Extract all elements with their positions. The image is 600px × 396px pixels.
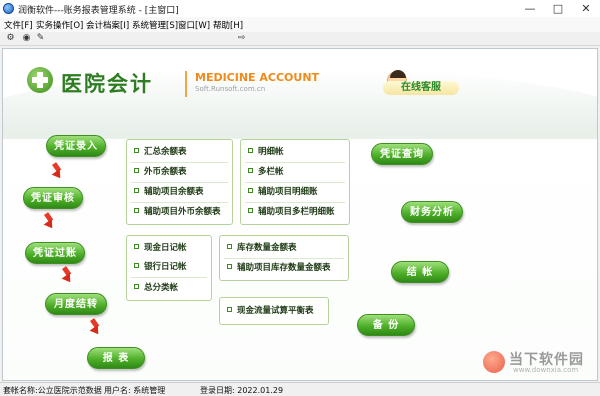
panel-link[interactable]: 现金流量试算平衡表 — [220, 304, 314, 319]
medical-cross-icon — [27, 67, 53, 93]
close-icon[interactable]: ✕ — [572, 0, 600, 17]
panel-link[interactable]: 辅助项目明细账 — [241, 185, 318, 200]
separator — [131, 182, 228, 183]
brand-english: MEDICINE ACCOUNT — [195, 71, 320, 84]
voucher-entry-button[interactable]: 凭证录入 — [46, 135, 106, 157]
panel-link[interactable]: 总分类帐 — [127, 281, 178, 296]
menu-archive[interactable]: 会计档案[I] — [86, 19, 129, 31]
separator — [131, 162, 228, 163]
checkbox-bullet-icon — [134, 244, 139, 249]
panel-link[interactable]: 多栏帐 — [241, 165, 284, 180]
panel-link[interactable]: 辅助项目多栏明细账 — [241, 205, 335, 220]
main-window: 润衡软件---账务报表管理系统 - [主窗口] — □ ✕ 文件[F] 实务操作… — [0, 0, 600, 396]
flow-arrow-icon — [41, 215, 55, 229]
backup-button[interactable]: 备 份 — [357, 314, 415, 336]
inventory-panel: 库存数量金额表 辅助项目库存数量金额表 — [219, 235, 349, 281]
status-bar: 套帐名称:公立医院示范数据 用户名: 系统管理 登录日期: 2022.01.29 — [0, 382, 600, 396]
voucher-review-button[interactable]: 凭证审核 — [23, 187, 83, 209]
brand-url: Soft.Runsoft.com.cn — [195, 85, 266, 93]
app-icon[interactable] — [3, 3, 14, 14]
checkbox-bullet-icon — [134, 188, 139, 193]
menu-window[interactable]: 窗口[W] — [178, 19, 210, 31]
report-button[interactable]: 报 表 — [87, 347, 145, 369]
dashboard: 医院会计 MEDICINE ACCOUNT Soft.Runsoft.com.c… — [2, 48, 598, 381]
menu-operations[interactable]: 实务操作[O] — [36, 19, 83, 31]
panel-link[interactable]: 辅助项目库存数量金额表 — [220, 261, 331, 276]
separator — [245, 162, 345, 163]
separator — [224, 258, 344, 259]
minimize-icon[interactable]: — — [516, 0, 544, 17]
voucher-posting-button[interactable]: 凭证过账 — [25, 242, 85, 264]
header-divider — [185, 71, 187, 97]
menu-bar: 文件[F] 实务操作[O] 会计档案[I] 系统管理[S] 窗口[W] 帮助[H… — [0, 17, 600, 32]
watermark: 当下软件园 www.downxia.com — [483, 349, 595, 379]
panel-link[interactable]: 辅助项目外币余额表 — [127, 205, 221, 220]
panel-link[interactable]: 外币余额表 — [127, 165, 187, 180]
checkbox-bullet-icon — [134, 168, 139, 173]
watermark-url: www.downxia.com — [513, 366, 579, 374]
online-service-button[interactable]: 在线客服 — [381, 70, 461, 101]
panel-link[interactable]: 明细帐 — [241, 145, 284, 160]
separator — [245, 182, 345, 183]
close-account-button[interactable]: 结 帐 — [391, 261, 449, 283]
window-title: 润衡软件---账务报表管理系统 - [主窗口] — [18, 6, 179, 16]
monthly-close-button[interactable]: 月度结转 — [45, 293, 107, 315]
panel-link[interactable]: 银行日记帐 — [127, 260, 187, 275]
title-bar: 润衡软件---账务报表管理系统 - [主窗口] — □ ✕ — [0, 0, 600, 17]
checkbox-bullet-icon — [227, 307, 232, 312]
checkbox-bullet-icon — [134, 263, 139, 268]
checkbox-bullet-icon — [134, 148, 139, 153]
checkbox-bullet-icon — [248, 208, 253, 213]
panel-link[interactable]: 汇总余额表 — [127, 145, 187, 160]
separator — [245, 202, 345, 203]
checkbox-bullet-icon — [248, 168, 253, 173]
toolbar: ⚙ ◉ ✎ ⇨ — [0, 32, 600, 46]
balance-panel: 汇总余额表 外币余额表 辅助项目余额表 辅助项目外币余额表 — [126, 139, 233, 225]
separator — [131, 202, 228, 203]
cashflow-panel: 现金流量试算平衡表 — [219, 297, 329, 325]
edit-icon[interactable]: ✎ — [35, 33, 46, 44]
financial-analysis-button[interactable]: 财务分析 — [401, 201, 463, 223]
checkbox-bullet-icon — [248, 188, 253, 193]
checkbox-bullet-icon — [134, 284, 139, 289]
status-user: 用户名: 系统管理 — [104, 386, 166, 395]
separator — [131, 277, 207, 278]
maximize-icon[interactable]: □ — [544, 0, 572, 17]
checkbox-bullet-icon — [248, 148, 253, 153]
watermark-logo-icon — [483, 351, 505, 373]
panel-link[interactable]: 辅助项目余额表 — [127, 185, 204, 200]
logo-title: 医院会计 — [61, 72, 153, 96]
status-login-date: 登录日期: 2022.01.29 — [200, 386, 284, 395]
checkbox-bullet-icon — [227, 264, 232, 269]
menu-system[interactable]: 系统管理[S] — [132, 19, 178, 31]
exit-icon[interactable]: ⇨ — [236, 33, 247, 44]
panel-link[interactable]: 库存数量金额表 — [220, 241, 297, 256]
flow-arrow-icon — [49, 165, 63, 179]
checkbox-bullet-icon — [134, 208, 139, 213]
voucher-query-button[interactable]: 凭证查询 — [371, 143, 433, 165]
flow-arrow-icon — [59, 269, 73, 283]
menu-file[interactable]: 文件[F] — [4, 19, 33, 31]
service-label: 在线客服 — [383, 81, 459, 95]
org-chart-icon[interactable]: ⚙ — [5, 33, 16, 44]
journal-panel: 现金日记帐 银行日记帐 总分类帐 — [126, 235, 212, 301]
detail-panel: 明细帐 多栏帐 辅助项目明细账 辅助项目多栏明细账 — [240, 139, 350, 225]
checkbox-bullet-icon — [227, 244, 232, 249]
panel-link[interactable]: 现金日记帐 — [127, 241, 187, 256]
menu-help[interactable]: 帮助[H] — [213, 19, 243, 31]
lock-icon[interactable]: ◉ — [21, 33, 32, 44]
status-account-set: 套帐名称:公立医院示范数据 — [3, 386, 102, 395]
flow-arrow-icon — [87, 321, 101, 335]
